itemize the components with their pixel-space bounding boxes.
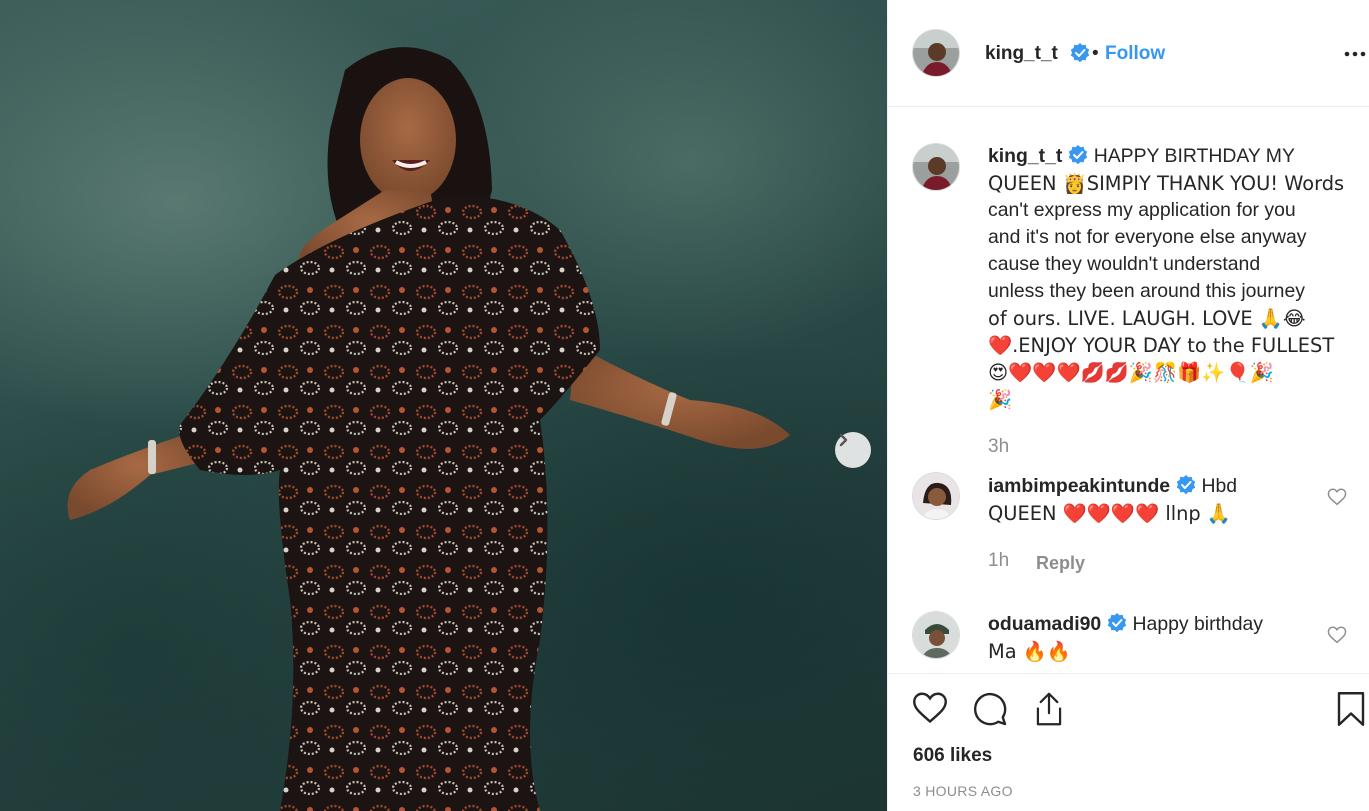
caption-text-line: QUEEN 👸SIMPIY THANK YOU! Words bbox=[988, 172, 1345, 195]
post-author-username[interactable]: king_t_t bbox=[985, 43, 1058, 65]
heart-icon[interactable] bbox=[912, 691, 948, 725]
woman-in-patterned-dress-illustration bbox=[67, 47, 790, 811]
caption-line: king_t_t HAPPY BIRTHDAY MY bbox=[988, 143, 1353, 170]
avatar[interactable] bbox=[912, 29, 960, 77]
caption-username[interactable]: king_t_t bbox=[988, 145, 1062, 167]
comment-bubble-icon[interactable] bbox=[972, 691, 1008, 727]
post-photo[interactable] bbox=[0, 0, 887, 811]
post-header: king_t_t • Follow bbox=[888, 0, 1369, 107]
avatar-image bbox=[913, 144, 959, 190]
caption-text-line: 😍❤️❤️❤️💋💋🎉🎊🎁✨🎈🎉 bbox=[988, 361, 1274, 384]
post-caption: king_t_t HAPPY BIRTHDAY MY QUEEN 👸SIMPIY… bbox=[988, 143, 1353, 413]
post-actions: 606 likes 3 HOURS AGO bbox=[888, 673, 1369, 811]
comment-text: Hbd bbox=[1201, 475, 1238, 497]
verified-badge-icon bbox=[1176, 475, 1196, 495]
like-comment-heart-icon[interactable] bbox=[1327, 488, 1347, 506]
caption-age[interactable]: 3h bbox=[988, 436, 1009, 458]
comment-username[interactable]: iambimpeakintunde bbox=[988, 475, 1170, 497]
comment-avatar[interactable] bbox=[912, 611, 960, 659]
caption-avatar[interactable] bbox=[912, 143, 960, 191]
caption-text-line: cause they wouldn't understand bbox=[988, 253, 1261, 275]
post-timestamp[interactable]: 3 HOURS AGO bbox=[913, 783, 1013, 799]
reply-button[interactable]: Reply bbox=[1036, 553, 1085, 574]
avatar-image bbox=[913, 612, 959, 658]
comment-age[interactable]: 1h bbox=[988, 550, 1009, 572]
comment-text: Happy birthday bbox=[1132, 613, 1263, 635]
separator-dot: • bbox=[1092, 43, 1099, 64]
avatar-image bbox=[913, 30, 959, 76]
share-icon[interactable] bbox=[1032, 691, 1066, 727]
comment-text: Ma 🔥🔥 bbox=[988, 640, 1072, 663]
caption-text-line: HAPPY BIRTHDAY MY bbox=[1093, 145, 1295, 167]
follow-button[interactable]: Follow bbox=[1105, 43, 1165, 65]
bookmark-icon[interactable] bbox=[1336, 691, 1366, 727]
comment-avatar[interactable] bbox=[912, 472, 960, 520]
caption-text-line: ❤️.ENJOY YOUR DAY to the FULLEST bbox=[988, 334, 1335, 357]
post-side-panel: king_t_t • Follow king_t_t HAPPY BIRTHDA… bbox=[887, 0, 1369, 811]
like-comment-heart-icon[interactable] bbox=[1327, 626, 1347, 644]
next-photo-button[interactable] bbox=[835, 432, 871, 468]
verified-badge-icon bbox=[1107, 613, 1127, 633]
verified-badge-icon bbox=[1069, 145, 1088, 165]
comment-line: oduamadi90 Happy birthday bbox=[988, 611, 1353, 638]
more-options-icon[interactable] bbox=[1343, 46, 1367, 62]
comment-line: iambimpeakintunde Hbd bbox=[988, 473, 1353, 500]
comment-body: iambimpeakintunde Hbd QUEEN ❤️❤️❤️❤️ lln… bbox=[988, 473, 1353, 527]
comment-username[interactable]: oduamadi90 bbox=[988, 613, 1101, 635]
caption-text-line: unless they been around this journey bbox=[988, 280, 1305, 302]
caption-text-line: 🎉 bbox=[988, 388, 1013, 411]
comment-body: oduamadi90 Happy birthday Ma 🔥🔥 bbox=[988, 611, 1353, 665]
caption-text-line: and it's not for everyone else anyway bbox=[988, 226, 1307, 248]
verified-badge-icon bbox=[1070, 43, 1090, 63]
comments-list: king_t_t HAPPY BIRTHDAY MY QUEEN 👸SIMPIY… bbox=[888, 107, 1369, 673]
chevron-right-icon bbox=[839, 433, 848, 447]
like-count[interactable]: 606 likes bbox=[913, 745, 992, 767]
caption-text-line: of ours. LIVE. LAUGH. LOVE 🙏😂 bbox=[988, 307, 1306, 330]
comment-text: QUEEN ❤️❤️❤️❤️ llnp 🙏 bbox=[988, 502, 1232, 525]
caption-text-line: can't express my application for you bbox=[988, 199, 1296, 221]
avatar-image bbox=[913, 473, 959, 519]
